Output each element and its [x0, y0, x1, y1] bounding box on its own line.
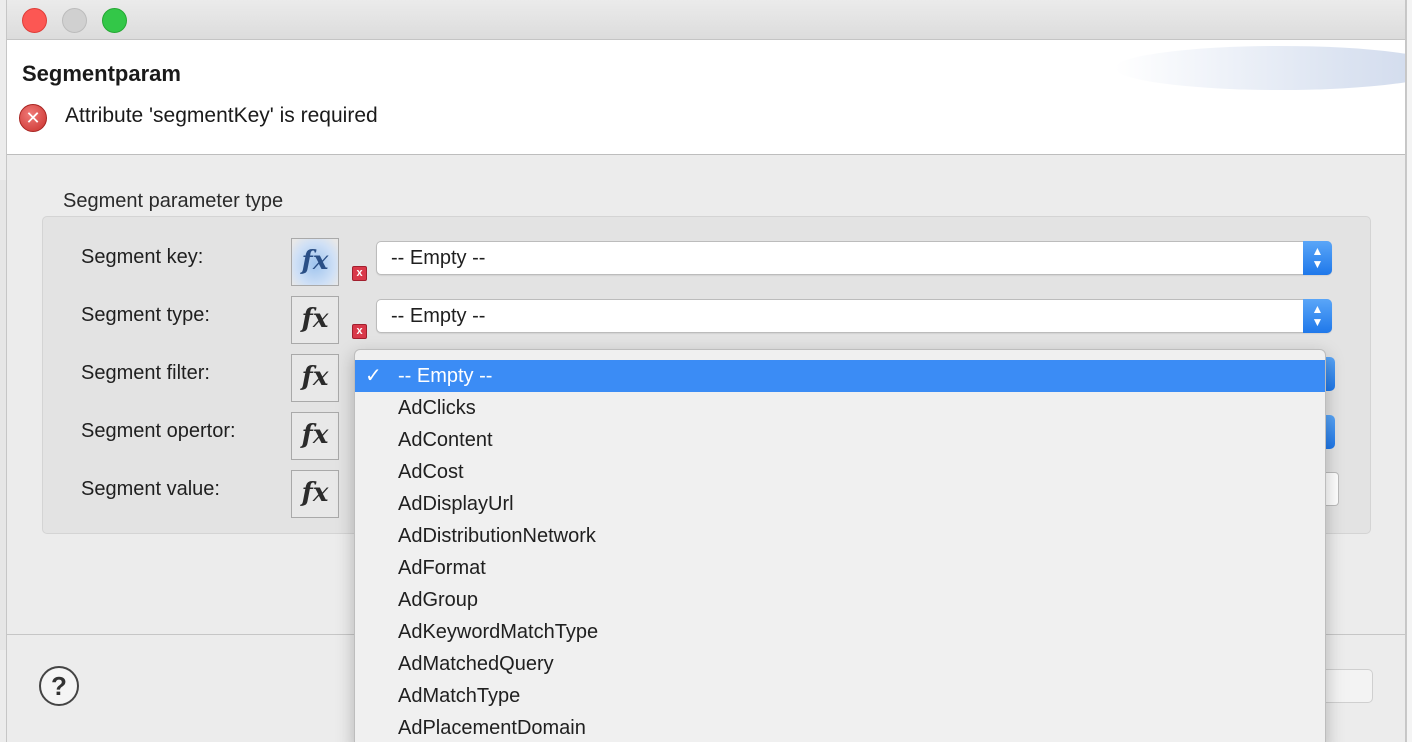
close-window-button[interactable] [22, 8, 47, 33]
dropdown-option-adclicks[interactable]: AdClicks [355, 392, 1325, 424]
dialog-header: Segmentparam ✕ Attribute 'segmentKey' is… [7, 40, 1405, 155]
dialog-title: Segmentparam [22, 61, 181, 86]
dropdown-option-adkeywordmatchtype[interactable]: AdKeywordMatchType [355, 616, 1325, 648]
minimize-window-button[interactable] [62, 8, 87, 33]
dropdown-option-adgroup[interactable]: AdGroup [355, 584, 1325, 616]
dropdown-option-addistributionnetwork[interactable]: AdDistributionNetwork [355, 520, 1325, 552]
dropdown-option-adformat[interactable]: AdFormat [355, 552, 1325, 584]
segmentparam-dialog: Segmentparam ✕ Attribute 'segmentKey' is… [6, 0, 1406, 742]
background-window-edge-right [1406, 0, 1412, 742]
segment-key-combo-value: -- Empty -- [391, 247, 486, 269]
maximize-window-button[interactable] [102, 8, 127, 33]
segment-type-combo[interactable]: -- Empty -- ▲ ▼ [376, 299, 1332, 333]
checkmark-icon: ✓ [365, 365, 382, 387]
segment-key-label: Segment key: [81, 246, 204, 268]
chevron-updown-icon: ▲ ▼ [1303, 241, 1332, 275]
title-bar [7, 0, 1405, 40]
dropdown-option-addisplayurl[interactable]: AdDisplayUrl [355, 488, 1325, 520]
segment-type-label: Segment type: [81, 304, 210, 326]
segment-filter-fx-button[interactable]: fx [291, 354, 339, 402]
dropdown-option-adplacementdomain[interactable]: AdPlacementDomain [355, 712, 1325, 742]
group-title: Segment parameter type [63, 190, 284, 212]
segment-value-fx-button[interactable]: fx [291, 470, 339, 518]
segment-filter-dropdown-list[interactable]: ✓ -- Empty -- AdClicks AdContent AdCost … [354, 349, 1326, 742]
error-message: Attribute 'segmentKey' is required [65, 104, 378, 127]
segment-value-label: Segment value: [81, 478, 220, 500]
segment-type-combo-value: -- Empty -- [391, 305, 486, 327]
error-icon: ✕ [19, 104, 47, 132]
dropdown-option-adcost[interactable]: AdCost [355, 456, 1325, 488]
segment-type-error-icon: x [352, 324, 367, 339]
dropdown-option-admatchtype[interactable]: AdMatchType [355, 680, 1325, 712]
segment-key-combo[interactable]: -- Empty -- ▲ ▼ [376, 241, 1332, 275]
dropdown-option-empty[interactable]: ✓ -- Empty -- [355, 360, 1325, 392]
chevron-updown-icon: ▲ ▼ [1303, 299, 1332, 333]
segment-type-fx-button[interactable]: fx [291, 296, 339, 344]
help-button[interactable]: ? [39, 666, 79, 706]
dropdown-option-adcontent[interactable]: AdContent [355, 424, 1325, 456]
segment-operator-label: Segment opertor: [81, 420, 236, 442]
dropdown-option-label: -- Empty -- [398, 365, 493, 387]
dropdown-option-admatchedquery[interactable]: AdMatchedQuery [355, 648, 1325, 680]
header-banner-decoration [1115, 46, 1405, 90]
segment-filter-label: Segment filter: [81, 362, 210, 384]
segment-operator-fx-button[interactable]: fx [291, 412, 339, 460]
segment-key-fx-button[interactable]: fx [291, 238, 339, 286]
segment-key-error-icon: x [352, 266, 367, 281]
